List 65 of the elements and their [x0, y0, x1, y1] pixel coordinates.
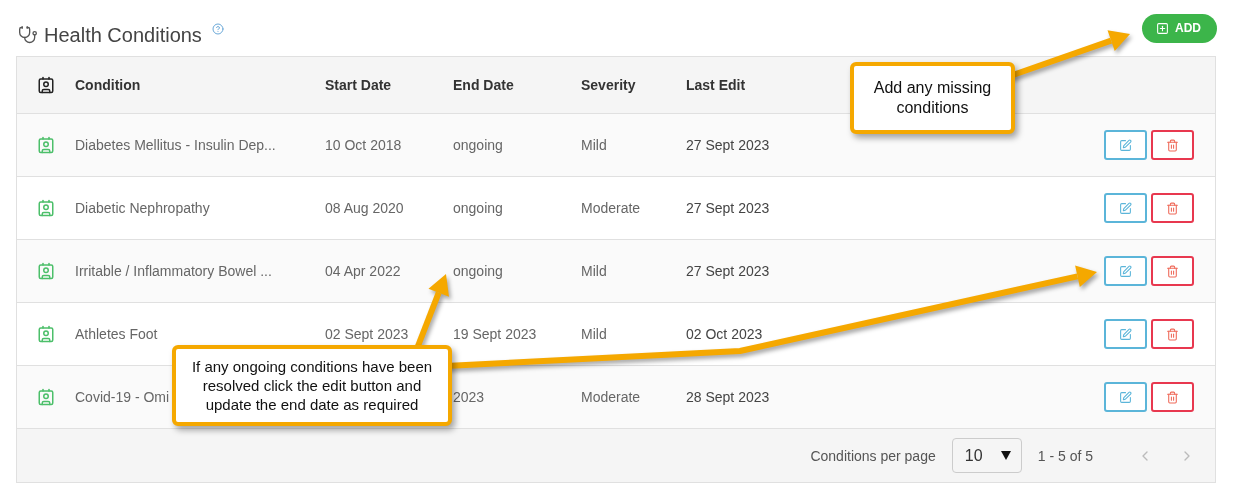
table-cell: Mild — [581, 326, 607, 342]
help-icon[interactable] — [211, 23, 224, 35]
column-header: Condition — [75, 77, 141, 93]
id-card-icon — [37, 136, 55, 154]
delete-button[interactable] — [1151, 319, 1194, 349]
table-cell: Irritable / Inflammatory Bowel ... — [75, 263, 272, 279]
per-page-label: Conditions per page — [810, 447, 936, 464]
table-cell: Diabetic Nephropathy — [75, 200, 210, 216]
table-cell: Mild — [581, 137, 607, 153]
table-cell: 27 Sept 2023 — [686, 137, 770, 153]
table-cell: ongoing — [453, 137, 503, 153]
callout: If any ongoing conditions have been resolved click the edit button and update the end date as required — [172, 345, 452, 426]
edit-icon — [1119, 264, 1132, 278]
plus-icon — [1156, 21, 1169, 35]
table-cell: 27 Sept 2023 — [686, 263, 770, 279]
edit-button[interactable] — [1104, 256, 1147, 286]
edit-button[interactable] — [1104, 193, 1147, 223]
edit-button[interactable] — [1104, 130, 1147, 160]
table-cell: 28 Sept 2023 — [686, 389, 770, 405]
trash-icon — [1166, 264, 1179, 278]
delete-button[interactable] — [1151, 130, 1194, 160]
trash-icon — [1166, 138, 1179, 152]
table-cell: Athletes Foot — [75, 326, 158, 342]
table-cell: 04 Apr 2022 — [325, 263, 401, 279]
table-cell: ongoing — [453, 263, 503, 279]
edit-button[interactable] — [1104, 382, 1147, 412]
trash-icon — [1166, 327, 1179, 341]
table-cell: Moderate — [581, 200, 641, 216]
page-range: 1 - 5 of 5 — [1037, 447, 1093, 464]
table-cell: 19 Sept 2023 — [453, 326, 537, 342]
stethoscope-icon — [18, 25, 38, 45]
table-cell: Mild — [581, 263, 607, 279]
edit-icon — [1119, 390, 1132, 404]
column-header: Severity — [581, 77, 636, 93]
id-card-icon — [37, 325, 55, 343]
caret-icon — [1000, 451, 1011, 460]
edit-icon — [1119, 327, 1132, 341]
id-card-icon — [37, 262, 55, 280]
table-cell: 08 Aug 2020 — [325, 200, 404, 216]
column-header: End Date — [453, 77, 514, 93]
table-cell: 02 Sept 2023 — [325, 326, 409, 342]
edit-icon — [1119, 201, 1132, 215]
per-page-select[interactable]: 10 — [951, 438, 1022, 473]
table-cell: 10 Oct 2018 — [325, 137, 402, 153]
table-cell: 2023 — [453, 389, 485, 405]
edit-icon — [1119, 138, 1132, 152]
table-cell: Moderate — [581, 389, 641, 405]
page-title: Health Conditions — [44, 23, 202, 47]
delete-button[interactable] — [1151, 382, 1194, 412]
column-header: Last Edit — [686, 77, 746, 93]
delete-button[interactable] — [1151, 193, 1194, 223]
callout: Add any missing conditions — [850, 62, 1015, 134]
table-cell: 27 Sept 2023 — [686, 200, 770, 216]
table-cell: Diabetes Mellitus - Insulin Dep... — [75, 137, 276, 153]
table-cell: Covid-19 - Omi — [75, 389, 170, 405]
id-card-icon — [37, 199, 55, 217]
table-cell: 02 Oct 2023 — [686, 326, 763, 342]
delete-button[interactable] — [1151, 256, 1194, 286]
trash-icon — [1166, 390, 1179, 404]
table-cell: ongoing — [453, 200, 503, 216]
column-header: Start Date — [325, 77, 392, 93]
id-card-icon — [37, 76, 55, 94]
id-card-icon — [37, 388, 55, 406]
trash-icon — [1166, 201, 1179, 215]
edit-button[interactable] — [1104, 319, 1147, 349]
